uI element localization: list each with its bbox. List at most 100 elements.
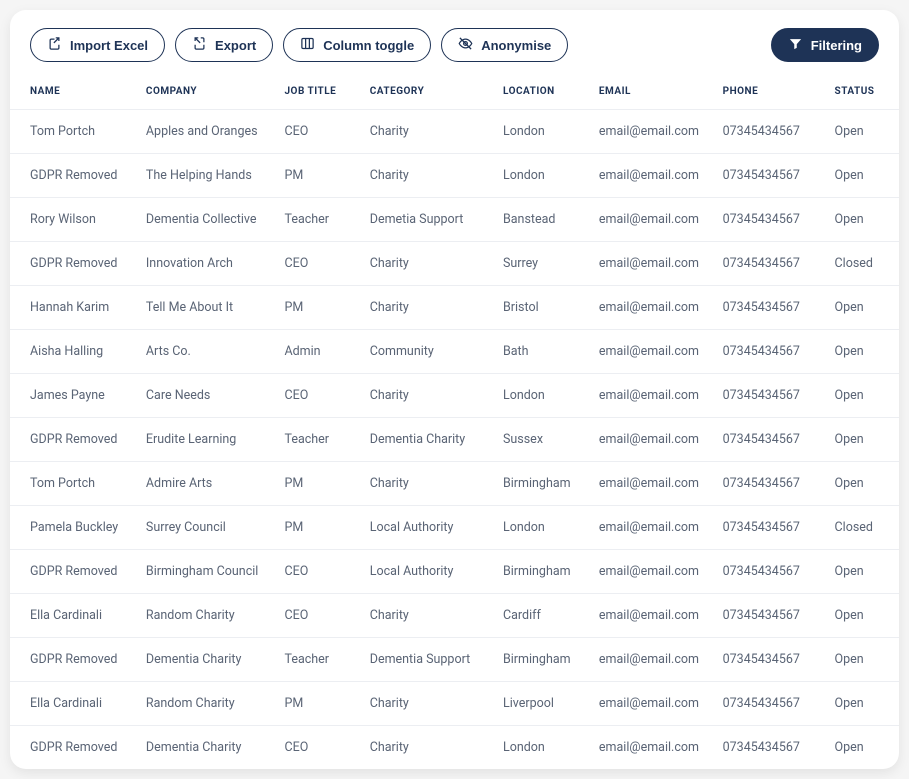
cell-status: Open (827, 594, 899, 638)
cell-name: GDPR Removed (10, 418, 138, 462)
cell-phone: 07345434567 (715, 638, 827, 682)
cell-location: London (495, 506, 591, 550)
cell-status: Open (827, 110, 899, 154)
data-table: NAME COMPANY JOB TITLE CATEGORY LOCATION… (10, 76, 899, 769)
header-name[interactable]: NAME (10, 76, 138, 110)
table-header-row: NAME COMPANY JOB TITLE CATEGORY LOCATION… (10, 76, 899, 110)
table-row[interactable]: Hannah KarimTell Me About ItPMCharityBri… (10, 286, 899, 330)
cell-status: Closed (827, 242, 899, 286)
cell-status: Open (827, 286, 899, 330)
table-row[interactable]: GDPR RemovedInnovation ArchCEOCharitySur… (10, 242, 899, 286)
cell-phone: 07345434567 (715, 682, 827, 726)
cell-job_title: CEO (276, 374, 361, 418)
table-row[interactable]: James PayneCare NeedsCEOCharityLondonema… (10, 374, 899, 418)
table-row[interactable]: Tom PortchAdmire ArtsPMCharityBirmingham… (10, 462, 899, 506)
cell-phone: 07345434567 (715, 242, 827, 286)
cell-job_title: PM (276, 506, 361, 550)
cell-phone: 07345434567 (715, 506, 827, 550)
toolbar: Import Excel Export Column toggle Anonym… (10, 10, 899, 76)
header-job-title[interactable]: JOB TITLE (276, 76, 361, 110)
cell-status: Open (827, 550, 899, 594)
cell-name: Tom Portch (10, 110, 138, 154)
header-location[interactable]: LOCATION (495, 76, 591, 110)
cell-company: Random Charity (138, 594, 277, 638)
cell-name: Aisha Halling (10, 330, 138, 374)
cell-company: Dementia Charity (138, 638, 277, 682)
cell-category: Charity (362, 286, 495, 330)
cell-phone: 07345434567 (715, 286, 827, 330)
cell-name: GDPR Removed (10, 638, 138, 682)
cell-name: Ella Cardinali (10, 682, 138, 726)
table-row[interactable]: Pamela BuckleySurrey CouncilPMLocal Auth… (10, 506, 899, 550)
cell-company: Birmingham Council (138, 550, 277, 594)
column-toggle-button[interactable]: Column toggle (283, 28, 431, 62)
cell-status: Open (827, 682, 899, 726)
table-row[interactable]: Ella CardinaliRandom CharityCEOCharityCa… (10, 594, 899, 638)
table-row[interactable]: GDPR RemovedBirmingham CouncilCEOLocal A… (10, 550, 899, 594)
cell-job_title: Admin (276, 330, 361, 374)
cell-location: London (495, 154, 591, 198)
cell-company: Random Charity (138, 682, 277, 726)
cell-status: Open (827, 726, 899, 770)
cell-company: Dementia Collective (138, 198, 277, 242)
cell-location: Banstead (495, 198, 591, 242)
filtering-button[interactable]: Filtering (771, 28, 879, 62)
header-phone[interactable]: PHONE (715, 76, 827, 110)
cell-location: London (495, 374, 591, 418)
cell-status: Open (827, 330, 899, 374)
cell-phone: 07345434567 (715, 198, 827, 242)
cell-email: email@email.com (591, 330, 715, 374)
table-row[interactable]: Rory WilsonDementia CollectiveTeacherDem… (10, 198, 899, 242)
cell-location: Surrey (495, 242, 591, 286)
cell-phone: 07345434567 (715, 374, 827, 418)
cell-job_title: PM (276, 682, 361, 726)
cell-name: GDPR Removed (10, 550, 138, 594)
data-table-card: Import Excel Export Column toggle Anonym… (10, 10, 899, 769)
cell-status: Closed (827, 506, 899, 550)
cell-phone: 07345434567 (715, 594, 827, 638)
header-status[interactable]: STATUS (827, 76, 899, 110)
cell-company: Apples and Oranges (138, 110, 277, 154)
cell-job_title: CEO (276, 726, 361, 770)
cell-phone: 07345434567 (715, 462, 827, 506)
cell-status: Open (827, 462, 899, 506)
import-icon (47, 36, 62, 54)
cell-status: Open (827, 374, 899, 418)
cell-location: Bristol (495, 286, 591, 330)
cell-company: The Helping Hands (138, 154, 277, 198)
table-row[interactable]: Ella CardinaliRandom CharityPMCharityLiv… (10, 682, 899, 726)
cell-location: Birmingham (495, 462, 591, 506)
table-row[interactable]: GDPR RemovedDementia CharityTeacherDemen… (10, 638, 899, 682)
cell-phone: 07345434567 (715, 550, 827, 594)
cell-job_title: Teacher (276, 198, 361, 242)
table-container: NAME COMPANY JOB TITLE CATEGORY LOCATION… (10, 76, 899, 769)
cell-company: Erudite Learning (138, 418, 277, 462)
cell-location: London (495, 726, 591, 770)
cell-category: Charity (362, 462, 495, 506)
cell-job_title: PM (276, 286, 361, 330)
cell-category: Charity (362, 726, 495, 770)
anonymise-button[interactable]: Anonymise (441, 28, 568, 62)
filtering-label: Filtering (811, 38, 862, 53)
cell-job_title: CEO (276, 594, 361, 638)
cell-company: Surrey Council (138, 506, 277, 550)
header-category[interactable]: CATEGORY (362, 76, 495, 110)
cell-email: email@email.com (591, 594, 715, 638)
table-row[interactable]: GDPR RemovedThe Helping HandsPMCharityLo… (10, 154, 899, 198)
cell-status: Open (827, 154, 899, 198)
table-row[interactable]: Aisha HallingArts Co.AdminCommunityBathe… (10, 330, 899, 374)
table-row[interactable]: GDPR RemovedDementia CharityCEOCharityLo… (10, 726, 899, 770)
header-email[interactable]: EMAIL (591, 76, 715, 110)
cell-email: email@email.com (591, 154, 715, 198)
header-company[interactable]: COMPANY (138, 76, 277, 110)
export-button[interactable]: Export (175, 28, 273, 62)
cell-email: email@email.com (591, 374, 715, 418)
cell-email: email@email.com (591, 286, 715, 330)
cell-job_title: PM (276, 462, 361, 506)
cell-name: Hannah Karim (10, 286, 138, 330)
cell-job_title: CEO (276, 110, 361, 154)
table-row[interactable]: GDPR RemovedErudite LearningTeacherDemen… (10, 418, 899, 462)
import-excel-button[interactable]: Import Excel (30, 28, 165, 62)
table-row[interactable]: Tom PortchApples and OrangesCEOCharityLo… (10, 110, 899, 154)
cell-name: Pamela Buckley (10, 506, 138, 550)
